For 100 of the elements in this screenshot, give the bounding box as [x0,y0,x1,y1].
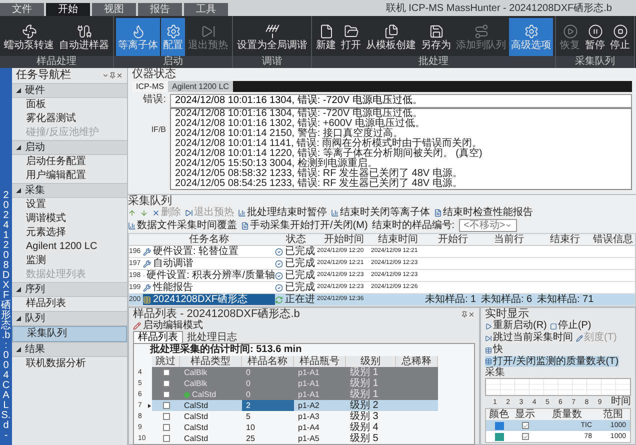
ribbon-tab[interactable]: 工具 [184,3,228,16]
toolbar-button[interactable]: 重新启动(R) [485,320,547,332]
pin-icon[interactable] [461,310,468,318]
column-header[interactable]: 质量数 [538,409,596,420]
toolbar-button[interactable]: 数据文件采集时间覆盖 [128,220,237,232]
column-header[interactable]: 范围 [596,409,630,420]
skip-checkbox[interactable] [162,424,170,431]
show-checkbox[interactable] [522,433,528,440]
sample-tab[interactable]: 批处理日志 [183,331,241,343]
skip-checkbox[interactable] [162,402,170,409]
sidebar-item[interactable]: 联机数据分析 [12,357,127,371]
error-message[interactable]: 2024/12/08 10:01:16 1304, 错误: -720V 电源电压过低。 [175,109,627,119]
column-header[interactable]: 任务名称 [143,234,275,245]
status-cell: 已完成 [275,258,317,269]
sample-row[interactable]: CalStd 10 p1-A4 级别 4 [152,422,438,433]
sidebar-section[interactable]: 序列 [12,282,127,297]
monitor-table-button[interactable]: 打开/关闭监测的质量数表(T) [485,356,619,367]
ribbon-button[interactable]: 从模板创建 [364,18,418,56]
sample-row[interactable]: CalStd 25 p1-A5 级别 5 [152,433,438,444]
ribbon-button[interactable]: 新建 [314,18,338,56]
toolbar-button[interactable]: 手动采集开始打开/关闭(M) [241,220,368,232]
column-header[interactable]: 结束行 [537,234,593,245]
skip-checkbox[interactable] [162,380,170,387]
skip-checkbox[interactable] [162,369,170,376]
document-tab-strip[interactable]: 20241208DXF硒形态.b : 004CALS.d - [0,68,12,445]
show-checkbox[interactable] [522,422,528,429]
error-message[interactable]: 2024/12/08 10:01:14 1141, 错误: 雨阀在分析模式时由于错误而关闭。 [175,139,627,149]
close-icon[interactable] [116,72,123,79]
ribbon-button[interactable]: 等离子体 [116,18,160,56]
ribbon-button[interactable]: 打开 [339,18,363,56]
sidebar-item[interactable]: 采集队列 [12,326,127,342]
column-header[interactable]: 级别 [346,356,396,367]
column-header[interactable]: 样品名称 [242,356,294,367]
pin-icon[interactable] [109,72,116,79]
toolbar-button[interactable]: 快 [485,344,503,356]
skip-checkbox[interactable] [162,413,170,420]
ribbon-button[interactable]: 配置 [161,18,185,56]
sidebar-item[interactable]: 设置 [12,198,127,212]
toolbar-button[interactable]: 批处理结束时暂停 [238,207,327,219]
column-header[interactable]: 开始行 [425,234,481,245]
device-tab[interactable]: Agilent 1200 LC [168,81,233,92]
skip-checkbox[interactable] [162,435,170,442]
error-message[interactable]: 2024/12/08 10:01:16 1302, 错误: +600V 电源电压过低。 [175,119,627,129]
sidebar-item[interactable]: 监测 [12,254,127,268]
ribbon-tab[interactable]: 视图 [92,3,136,16]
toolbar-button[interactable]: 停止(P) [550,320,592,332]
sidebar-item[interactable]: 样品列表 [12,297,127,311]
sidebar-item[interactable]: 元素选择 [12,226,127,240]
sidebar-section[interactable]: 硬件 [12,83,127,98]
move-up-icon[interactable] [128,209,136,217]
ribbon-button[interactable]: 设置为全局调谐 [235,18,309,56]
sidebar-item[interactable]: Agilent 1200 LC [12,240,127,254]
toolbar-button[interactable]: 结束时检查性能报告 [434,207,533,219]
error-message[interactable]: 2024/12/08 10:01:14 2150, 警告: 接口真空度过高。 [175,129,627,139]
column-header[interactable]: 结束时间 [371,234,425,245]
ribbon-tab[interactable]: 报告 [138,3,182,16]
end-sample-dropdown[interactable]: <不移动> [458,219,518,232]
close-icon[interactable] [468,310,475,318]
column-header[interactable]: 状态 [275,234,317,245]
column-header[interactable]: 开始时间 [317,234,371,245]
ribbon-button[interactable]: 高级选项 [509,18,553,56]
sidebar-item[interactable]: 调谐模式 [12,212,127,226]
sample-row[interactable]: CalStd 2 p1-A2 级别 2 [152,400,438,411]
sample-tab[interactable]: 样品列表 [133,331,183,343]
move-down-icon[interactable] [140,209,148,217]
ribbon-tab[interactable]: 开始 [46,3,90,16]
error-message[interactable]: 2024/12/05 08:54:25 1233, 错误: RF 发生器已关闭了 48V 电源。 [175,179,627,189]
sidebar-item[interactable]: 用户编辑配置 [12,169,127,183]
ribbon-tab[interactable]: 文件 [0,3,44,16]
toolbar-button[interactable]: 结束时关闭等离子体 [331,207,430,219]
sidebar-section[interactable]: 队列 [12,311,127,326]
column-header[interactable]: 样品类型 [180,356,242,367]
column-header[interactable]: 样品瓶号 [294,356,346,367]
column-header[interactable]: 当前行 [481,234,537,245]
toolbar-button[interactable]: 跳过当前采集时间 [485,332,573,344]
error-message[interactable]: 2024/12/05 15:50:13 3004, 检测到电源重启。 [175,159,627,169]
dropdown-icon[interactable] [102,72,109,79]
column-header[interactable]: 错误信息 [593,234,633,245]
error-dropdown[interactable]: 2024/12/08 10:01:16 1304, 错误: -720V 电源电压过低。 [170,94,632,108]
column-header[interactable]: 颜色 [486,409,512,420]
error-message[interactable]: 2024/12/05 08:58:32 1233, 错误: RF 发生器已关闭了 48V 电源。 [175,169,627,179]
sidebar-section[interactable]: 结果 [12,342,127,357]
sidebar-section[interactable]: 启动 [12,140,127,155]
ribbon-button[interactable]: 另存为 [419,18,453,56]
edit-mode-button[interactable]: 启动编辑模式 [133,320,203,331]
device-tab[interactable]: ICP-MS [132,81,168,92]
ribbon-button[interactable]: 暂停 [583,18,607,56]
ribbon-button[interactable]: 蠕动泵转速 [2,18,56,56]
sidebar-item[interactable]: 启动任务配置 [12,155,127,169]
column-header[interactable]: 总稀释 [396,356,438,367]
sample-row[interactable]: CalStd 5 p1-A3 级别 3 [152,411,438,422]
error-message[interactable]: 2024/12/08 10:01:14 1220, 错误: 等离子体在分析期间被关闭。 (真空) [175,149,627,159]
skip-checkbox[interactable] [162,391,170,398]
column-header[interactable]: 显示 [512,409,538,420]
ribbon-button[interactable]: 自动进样器 [57,18,111,56]
ribbon-button[interactable]: 停止 [608,18,632,56]
sidebar-item[interactable]: 面板 [12,98,127,112]
sidebar-section[interactable]: 采集 [12,183,127,198]
sidebar-item[interactable]: 雾化器测试 [12,112,127,126]
column-header[interactable]: 跳过 [152,356,180,367]
